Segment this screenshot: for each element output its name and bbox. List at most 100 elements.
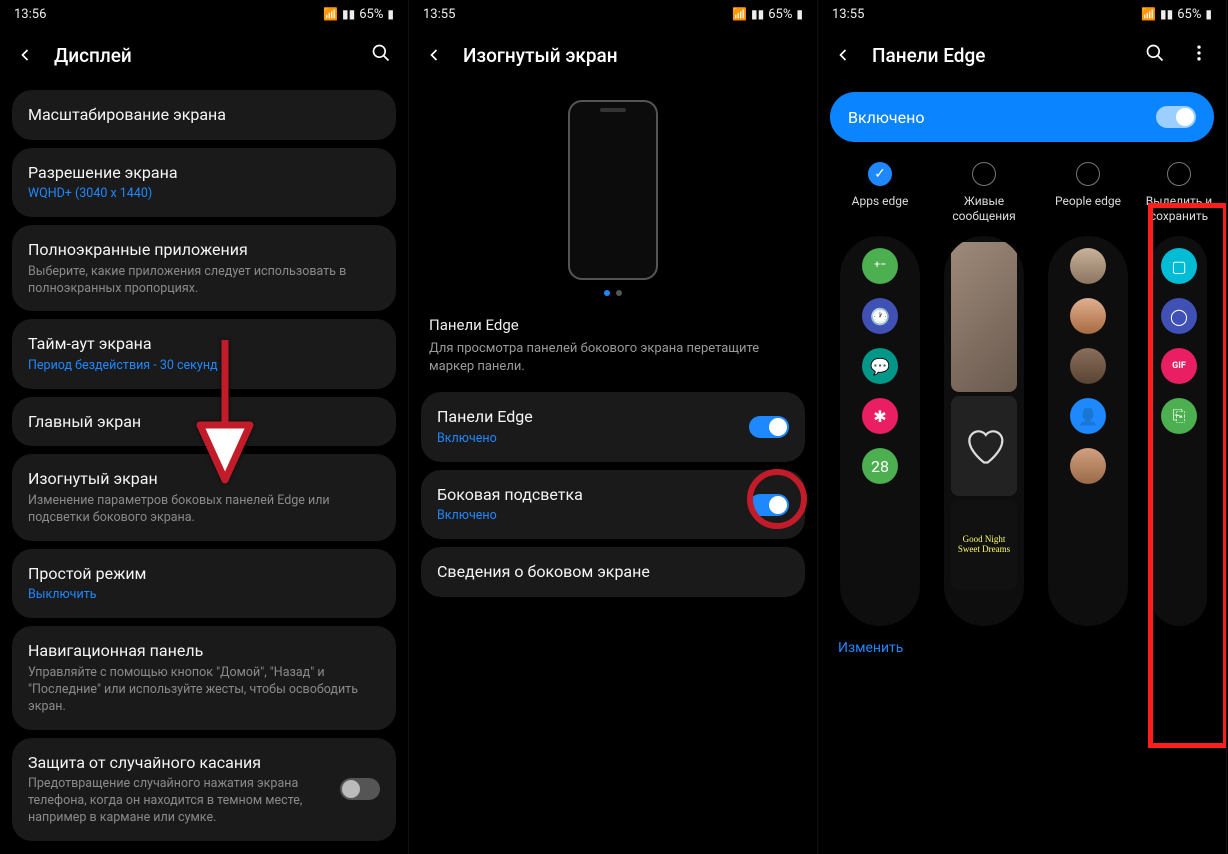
search-button[interactable]: [1142, 43, 1168, 68]
checkbox-smart-select[interactable]: [1167, 162, 1191, 186]
gif-icon: GIF: [1161, 348, 1197, 384]
description-block: Панели Edge Для просмотра панелей боково…: [409, 302, 817, 384]
checkbox-live-messages[interactable]: [972, 162, 996, 186]
value: Выключить: [28, 587, 380, 604]
page-indicator: [604, 290, 622, 296]
clock: 13:55: [423, 7, 455, 22]
screen-display-settings: 13:56 📶 ▮▮ 65% ▮ Дисплей Масштабирование…: [0, 0, 409, 854]
master-toggle[interactable]: Включено: [830, 92, 1214, 142]
battery-percent: 65%: [359, 7, 383, 22]
label: Полноэкранные приложения: [28, 239, 380, 261]
phone-preview: [409, 82, 817, 302]
status-icons: 📶 ▮▮ 65% ▮: [1141, 7, 1212, 22]
app-bar: Дисплей: [0, 28, 408, 82]
label: Навигационная панель: [28, 640, 380, 662]
pin-icon: ⎘: [1161, 398, 1197, 434]
label: Боковая подсветка: [437, 484, 583, 506]
avatar: [1070, 248, 1106, 284]
item-home-screen[interactable]: Главный экран: [12, 397, 396, 447]
label: Apps edge: [852, 194, 909, 226]
status-bar: 13:56 📶 ▮▮ 65% ▮: [0, 0, 408, 28]
panel-smart-select[interactable]: Выделить и сохранить ▢ ◯ GIF ⎘: [1144, 162, 1214, 626]
label: People edge: [1055, 194, 1121, 226]
label: Разрешение экрана: [28, 162, 380, 184]
goodnight-card: Good Night Sweet Dreams: [951, 500, 1017, 590]
toggle-master[interactable]: [1156, 106, 1196, 128]
dot-icon: [616, 290, 622, 296]
avatar: [1070, 348, 1106, 384]
wifi-icon: 📶: [323, 7, 338, 21]
panel-preview-select: ▢ ◯ GIF ⎘: [1151, 236, 1207, 626]
clock: 13:56: [14, 7, 46, 22]
description: Выберите, какие приложения следует испол…: [28, 264, 380, 298]
app-bar: Панели Edge: [818, 28, 1226, 82]
status-icons: 📶 ▮▮ 65% ▮: [323, 7, 394, 22]
panel-preview-people: 👤: [1048, 236, 1128, 626]
panel-preview-live: Good Night Sweet Dreams: [944, 236, 1024, 626]
wifi-icon: 📶: [1141, 7, 1156, 21]
label: Защита от случайного касания: [28, 752, 328, 774]
signal-icon: ▮▮: [342, 7, 355, 21]
label: Главный экран: [28, 411, 380, 433]
search-button[interactable]: [368, 43, 394, 68]
panel-people-edge[interactable]: People edge 👤: [1040, 162, 1136, 626]
back-button[interactable]: [832, 44, 854, 66]
label: Тайм-аут экрана: [28, 333, 380, 355]
item-accidental-touch[interactable]: Защита от случайного касания Предотвраще…: [12, 738, 396, 841]
heart-drawing-icon: [951, 396, 1017, 496]
value: Включено: [437, 431, 533, 448]
toggle-edge-panels[interactable]: [749, 416, 789, 438]
edit-link[interactable]: Изменить: [818, 626, 1226, 670]
status-icons: 📶 ▮▮ 65% ▮: [732, 7, 803, 22]
battery-percent: 65%: [1177, 7, 1201, 22]
calendar-icon: 28: [862, 448, 898, 484]
label: Включено: [848, 108, 924, 127]
checkbox-people-edge[interactable]: [1076, 162, 1100, 186]
checkbox-apps-edge[interactable]: ✓: [868, 162, 892, 186]
toggle-accidental-touch[interactable]: [340, 778, 380, 800]
battery-icon: ▮: [1205, 7, 1212, 21]
screen-edge-panels: 13:55 📶 ▮▮ 65% ▮ Панели Edge Включено ✓ …: [818, 0, 1227, 854]
panel-live-messages[interactable]: Живые сообщения Good Night Sweet Dreams: [936, 162, 1032, 626]
toggle-edge-lighting[interactable]: [749, 494, 789, 516]
label: Панели Edge: [437, 406, 533, 428]
description: Управляйте с помощью кнопок "Домой", "На…: [28, 665, 380, 716]
back-button[interactable]: [423, 44, 445, 66]
status-bar: 13:55 📶 ▮▮ 65% ▮: [818, 0, 1226, 28]
panel-apps-edge[interactable]: ✓ Apps edge ⁺⁻ 🕐 💬 ✱ 28: [832, 162, 928, 626]
oval-select-icon: ◯: [1161, 298, 1197, 334]
item-screen-timeout[interactable]: Тайм-аут экрана Период бездействия - 30 …: [12, 319, 396, 388]
battery-icon: ▮: [387, 7, 394, 21]
phone-mockup: [568, 100, 658, 280]
clock-icon: 🕐: [862, 298, 898, 334]
item-edge-panels[interactable]: Панели Edge Включено: [421, 392, 805, 461]
page-title: Изогнутый экран: [463, 44, 803, 67]
clock: 13:55: [832, 7, 864, 22]
image-thumbnail: [951, 242, 1017, 392]
app-bar: Изогнутый экран: [409, 28, 817, 82]
rectangle-select-icon: ▢: [1161, 248, 1197, 284]
settings-list: Масштабирование экрана Разрешение экрана…: [0, 90, 408, 841]
item-about-edge[interactable]: Сведения о боковом экране: [421, 547, 805, 597]
description-title: Панели Edge: [429, 316, 797, 334]
description: Предотвращение случайного нажатия экрана…: [28, 776, 328, 827]
page-title: Дисплей: [54, 44, 350, 67]
item-navigation-bar[interactable]: Навигационная панель Управляйте с помощь…: [12, 626, 396, 729]
page-title: Панели Edge: [872, 44, 1124, 67]
item-fullscreen-apps[interactable]: Полноэкранные приложения Выберите, какие…: [12, 225, 396, 311]
item-resolution[interactable]: Разрешение экрана WQHD+ (3040 x 1440): [12, 148, 396, 217]
item-edge-lighting[interactable]: Боковая подсветка Включено: [421, 470, 805, 539]
gallery-icon: ✱: [862, 398, 898, 434]
more-button[interactable]: [1186, 43, 1212, 68]
status-bar: 13:55 📶 ▮▮ 65% ▮: [409, 0, 817, 28]
battery-percent: 65%: [768, 7, 792, 22]
description-text: Для просмотра панелей бокового экрана пе…: [429, 340, 797, 376]
value: WQHD+ (3040 x 1440): [28, 186, 380, 203]
back-button[interactable]: [14, 44, 36, 66]
dot-icon: [604, 290, 610, 296]
avatar: [1070, 298, 1106, 334]
item-edge-screen[interactable]: Изогнутый экран Изменение параметров бок…: [12, 454, 396, 540]
value: Включено: [437, 508, 583, 525]
item-easy-mode[interactable]: Простой режим Выключить: [12, 549, 396, 618]
item-screen-zoom[interactable]: Масштабирование экрана: [12, 90, 396, 140]
